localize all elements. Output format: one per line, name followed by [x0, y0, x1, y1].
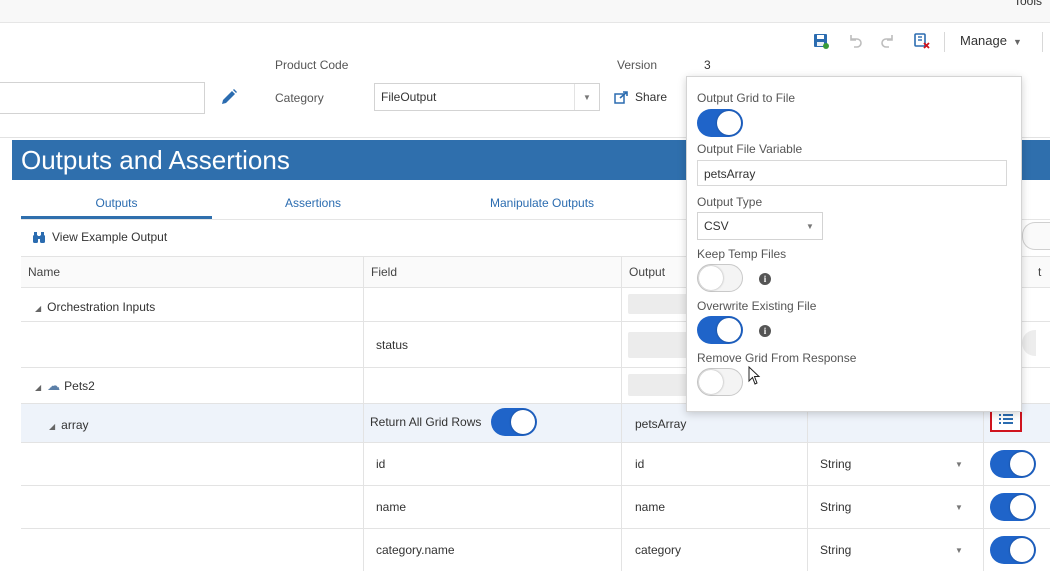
output-name[interactable]: name	[635, 500, 665, 514]
toolbar-separator	[1042, 32, 1043, 52]
tree-node-array[interactable]: ◢ array	[49, 418, 89, 432]
partial-toggle[interactable]	[1022, 222, 1050, 250]
include-toggle[interactable]	[990, 450, 1036, 478]
output-file-variable-label: Output File Variable	[697, 142, 803, 156]
field-name: name	[376, 500, 407, 514]
cloud-icon: ☁	[47, 378, 61, 393]
chevron-down-icon: ▼	[806, 221, 814, 231]
type-select[interactable]: String ▼	[808, 486, 984, 528]
field-id: id	[376, 457, 386, 471]
tree-node-orchestration-inputs[interactable]: ◢ Orchestration Inputs	[35, 300, 155, 314]
output-file-variable-input[interactable]: petsArray	[697, 160, 1007, 186]
output-type-label: Output Type	[697, 195, 763, 209]
overwrite-existing-file-label: Overwrite Existing File	[697, 299, 817, 313]
share-label: Share	[635, 90, 668, 104]
pencil-icon[interactable]	[219, 87, 239, 110]
output-placeholder	[628, 332, 688, 358]
column-header-field[interactable]: Field	[364, 257, 622, 287]
tab-assertions[interactable]: Assertions	[220, 196, 406, 210]
manage-label: Manage	[960, 33, 1007, 48]
active-tab-indicator	[21, 216, 212, 219]
caret-down-icon[interactable]: ◢	[35, 304, 41, 313]
output-grid-to-file-label: Output Grid to File	[697, 91, 796, 105]
version-value: 3	[704, 58, 711, 72]
mouse-cursor-icon	[748, 366, 761, 385]
view-example-output-button[interactable]: View Example Output	[32, 230, 167, 244]
info-icon[interactable]: i	[759, 273, 771, 285]
category-label: Category	[275, 91, 324, 105]
list-icon	[999, 414, 1013, 424]
output-grid-to-file-toggle[interactable]	[697, 109, 743, 137]
output-petsarray[interactable]: petsArray	[635, 417, 686, 431]
toolbar: Manage ▼	[0, 28, 1050, 54]
caret-down-icon[interactable]: ◢	[35, 383, 41, 392]
tab-manipulate-outputs[interactable]: Manipulate Outputs	[432, 196, 652, 210]
binoculars-icon	[33, 231, 45, 243]
panel-title: Outputs and Assertions	[21, 145, 290, 175]
output-type-select[interactable]: CSV ▼	[697, 212, 823, 240]
remove-grid-from-response-label: Remove Grid From Response	[697, 351, 857, 365]
view-example-label: View Example Output	[52, 230, 168, 244]
include-toggle[interactable]	[990, 536, 1036, 564]
chevron-down-icon: ▼	[574, 84, 599, 110]
toolbar-separator	[944, 32, 945, 52]
column-header-name[interactable]: Name	[21, 257, 364, 287]
output-placeholder	[628, 374, 688, 396]
product-code-label: Product Code	[275, 58, 349, 72]
tree-node-pets2[interactable]: ◢ ☁ Pets2	[35, 378, 95, 394]
tools-label[interactable]: Tools	[1014, 0, 1042, 8]
undo-icon[interactable]	[846, 32, 864, 50]
manage-menu[interactable]: Manage ▼	[960, 33, 1022, 48]
return-all-grid-rows-label: Return All Grid Rows	[370, 415, 482, 429]
redo-icon[interactable]	[879, 32, 897, 50]
caret-down-icon[interactable]: ◢	[49, 422, 55, 431]
chevron-down-icon: ▼	[955, 503, 963, 512]
keep-temp-files-label: Keep Temp Files	[697, 247, 787, 261]
return-all-grid-rows-toggle[interactable]	[491, 408, 537, 436]
tab-outputs[interactable]: Outputs	[21, 196, 212, 210]
remove-grid-from-response-toggle[interactable]	[697, 368, 743, 396]
share-button[interactable]: Share	[614, 90, 667, 104]
table-row[interactable]: id id String ▼	[21, 443, 1050, 486]
output-category[interactable]: category	[635, 543, 681, 557]
table-row[interactable]: category.name category String ▼	[21, 529, 1050, 571]
delete-icon[interactable]	[913, 32, 931, 50]
save-icon[interactable]	[812, 32, 830, 50]
category-value: FileOutput	[381, 90, 437, 104]
info-icon[interactable]: i	[759, 325, 771, 337]
top-strip: Tools	[0, 0, 1050, 23]
name-input[interactable]	[0, 82, 205, 114]
chevron-down-icon: ▼	[955, 546, 963, 555]
chevron-down-icon: ▼	[955, 460, 963, 469]
chevron-down-icon: ▼	[1012, 37, 1022, 47]
field-category-name: category.name	[376, 543, 455, 557]
type-select[interactable]: String ▼	[808, 529, 984, 571]
overwrite-existing-file-toggle[interactable]	[697, 316, 743, 344]
field-status: status	[376, 338, 409, 352]
output-options-popup: Output Grid to File Output File Variable…	[686, 76, 1022, 412]
include-toggle[interactable]	[990, 493, 1036, 521]
type-select[interactable]: String ▼	[808, 443, 984, 485]
table-row[interactable]: name name String ▼	[21, 486, 1050, 529]
version-label: Version	[617, 58, 658, 72]
share-icon	[614, 91, 628, 104]
output-placeholder	[628, 294, 688, 314]
category-select[interactable]: FileOutput ▼	[374, 83, 600, 111]
output-id[interactable]: id	[635, 457, 644, 471]
keep-temp-files-toggle[interactable]	[697, 264, 743, 292]
